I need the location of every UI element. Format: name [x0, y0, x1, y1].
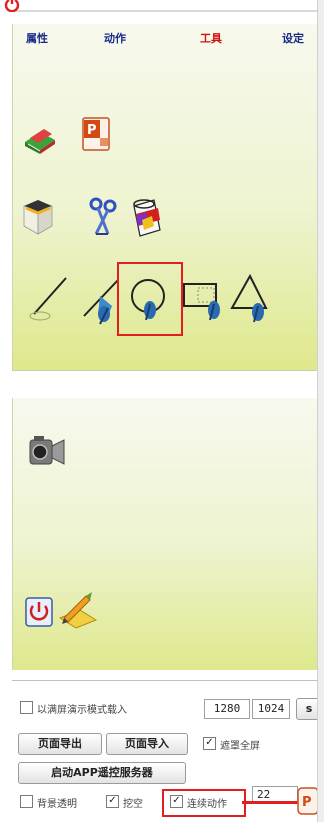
power-icon[interactable] — [24, 596, 54, 628]
bg-transparent-checkbox[interactable] — [20, 795, 33, 808]
start-app-server-button[interactable]: 启动APP遥控服务器 — [18, 762, 186, 784]
pen-icon[interactable] — [26, 270, 76, 324]
tab-actions[interactable]: 动作 — [104, 30, 126, 46]
height-input[interactable]: 1024 — [252, 699, 290, 719]
continuous-label: 连续动作 — [187, 799, 227, 810]
box-icon[interactable] — [20, 196, 56, 236]
selected-tool-highlight — [117, 262, 183, 336]
fullscreen-import-label: 以满屏演示模式载入 — [37, 705, 127, 716]
svg-text:P: P — [302, 795, 312, 810]
pencil-paper-icon[interactable] — [56, 590, 100, 630]
mask-fullscreen-checkbox[interactable]: ✓ — [203, 737, 216, 750]
tab-properties[interactable]: 属性 — [26, 30, 48, 46]
right-edge — [317, 0, 324, 822]
continuous-checkbox[interactable]: ✓ — [170, 795, 183, 808]
svg-text:P: P — [87, 123, 97, 138]
page-export-button[interactable]: 页面导出 — [18, 733, 102, 755]
rectangle-pen-icon[interactable] — [180, 272, 224, 328]
book-icon[interactable] — [22, 124, 58, 156]
scissors-icon[interactable] — [86, 196, 120, 238]
panel-divider — [12, 370, 318, 371]
title-bar-line — [14, 10, 324, 12]
pointer-line — [242, 801, 300, 804]
bg-transparent-label: 背景透明 — [37, 799, 77, 810]
fullscreen-import-checkbox[interactable] — [20, 701, 33, 714]
hollow-label: 挖空 — [123, 799, 143, 810]
camera-icon[interactable] — [26, 432, 70, 470]
tab-tools[interactable]: 工具 — [200, 30, 222, 46]
triangle-pen-icon[interactable] — [226, 270, 274, 328]
powerpoint-icon[interactable]: P — [80, 116, 112, 152]
width-input[interactable]: 1280 — [204, 699, 250, 719]
panel-divider — [12, 680, 318, 681]
tab-bar: 属性 动作 工具 设定 — [26, 30, 316, 54]
hollow-checkbox[interactable]: ✓ — [106, 795, 119, 808]
title-bar — [0, 0, 324, 24]
page-import-button[interactable]: 页面导入 — [106, 733, 188, 755]
power-icon[interactable] — [4, 0, 20, 12]
tab-settings[interactable]: 设定 — [282, 30, 304, 46]
paint-bucket-icon[interactable] — [128, 196, 166, 240]
mask-fullscreen-label: 遮罩全屏 — [220, 741, 260, 752]
